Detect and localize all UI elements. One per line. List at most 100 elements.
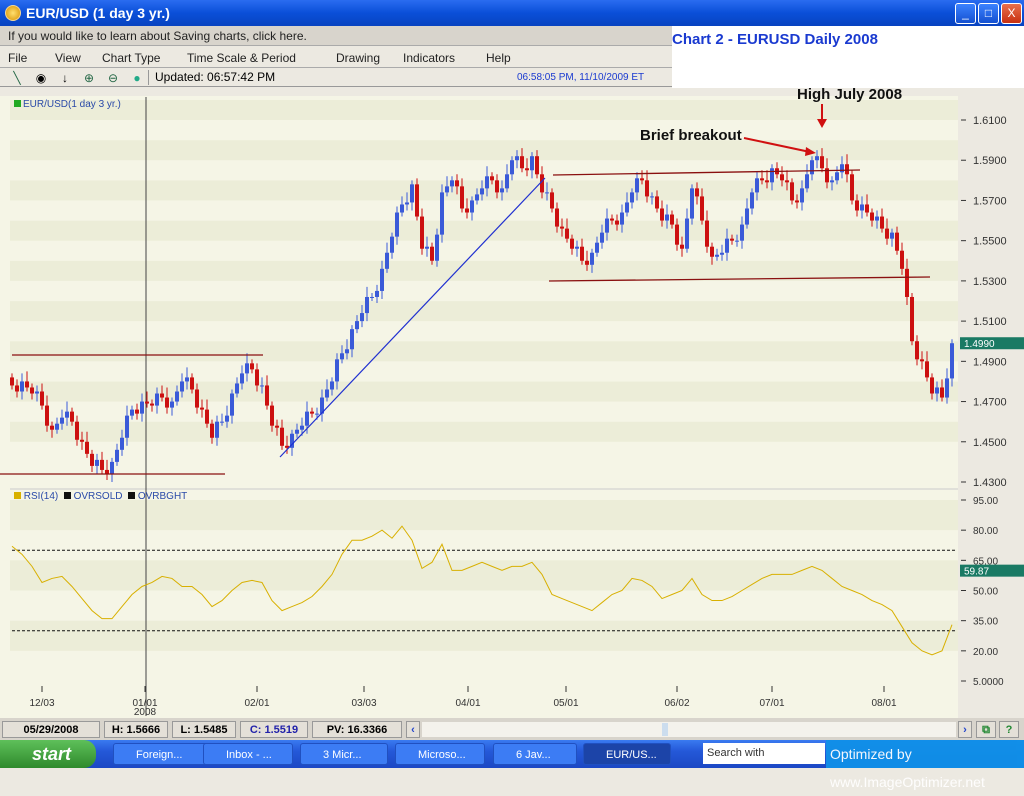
candle-body — [325, 389, 329, 398]
x-tick-label: 08/01 — [871, 698, 896, 709]
candle-body — [155, 393, 159, 406]
y-tick-label: 1.5500 — [973, 236, 1007, 248]
candle-body — [370, 296, 374, 298]
candle-body — [590, 252, 594, 265]
y-tick-label: 50.00 — [973, 587, 998, 598]
scroll-thumb[interactable] — [662, 723, 668, 736]
candle-body — [350, 329, 354, 350]
candle-body — [295, 429, 299, 434]
horizontal-scrollbar[interactable] — [422, 722, 956, 737]
grid-band — [10, 220, 958, 241]
candle-body — [655, 196, 659, 209]
y-tick-label: 1.4700 — [973, 397, 1007, 409]
price-legend: EUR/USD(1 day 3 yr.) — [14, 99, 121, 110]
candle-body — [805, 174, 809, 189]
candle-body — [470, 200, 474, 213]
candle-body — [205, 409, 209, 424]
candle-body — [95, 459, 99, 466]
candle-body — [435, 234, 439, 261]
candle — [950, 339, 954, 387]
taskbar-item-active[interactable]: EUR/US... — [583, 743, 671, 765]
candle-body — [485, 176, 489, 189]
candle — [805, 164, 809, 193]
candle-body — [490, 176, 494, 181]
search-input[interactable]: Search with — [703, 743, 825, 764]
candle — [715, 248, 719, 261]
x-tick-label: 12/03 — [29, 698, 54, 709]
x-tick-label: 02/01 — [244, 698, 269, 709]
candle-body — [280, 427, 284, 446]
y-tick-label: 80.00 — [973, 526, 998, 537]
y-tick-label: 35.00 — [973, 617, 998, 628]
taskbar-item[interactable]: Microso... — [395, 743, 485, 765]
candle-body — [305, 411, 309, 426]
scroll-right-button[interactable]: › — [958, 721, 972, 738]
candle-body — [685, 218, 689, 249]
candle-body — [250, 363, 254, 370]
candle-body — [500, 188, 504, 193]
candle-body — [720, 252, 724, 255]
y-tick-label: 1.5700 — [973, 195, 1007, 207]
x-tick-label: 03/03 — [351, 698, 376, 709]
status-pv: PV: 16.3366 — [312, 721, 402, 738]
candle-body — [505, 174, 509, 189]
candle-body — [20, 381, 24, 392]
y-tick-label: 20.00 — [973, 647, 998, 658]
candle-body — [850, 174, 854, 201]
candle-body — [65, 411, 69, 418]
candle-body — [945, 378, 949, 398]
y-tick-label: 1.4500 — [973, 437, 1007, 449]
candle — [410, 180, 414, 211]
candle-body — [910, 296, 914, 342]
candle-body — [100, 459, 104, 470]
candle-body — [160, 393, 164, 398]
candle-body — [545, 192, 549, 194]
candle-body — [750, 192, 754, 209]
taskbar-item[interactable]: 6 Jav... — [493, 743, 577, 765]
candle-body — [870, 212, 874, 221]
candle-body — [650, 196, 654, 198]
candle-body — [55, 423, 59, 430]
candle-body — [700, 196, 704, 221]
candle — [95, 453, 99, 474]
candle-body — [830, 180, 834, 183]
y-tick-label: 1.4900 — [973, 356, 1007, 368]
candle-body — [40, 391, 44, 406]
candle-body — [860, 204, 864, 211]
x-tick-label: 04/01 — [455, 698, 480, 709]
candle-body — [855, 200, 859, 211]
candle-body — [560, 226, 564, 229]
breakout-label: Brief breakout — [640, 127, 742, 144]
taskbar: start Foreign... Inbox - ... 3 Micr... M… — [0, 740, 1024, 790]
candle-body — [555, 208, 559, 227]
candle — [415, 178, 419, 221]
window-toggle-icon[interactable]: ⧉ — [976, 721, 996, 738]
candle-body — [195, 389, 199, 408]
candle-body — [625, 202, 629, 213]
candle-body — [460, 186, 464, 209]
candle-body — [615, 220, 619, 225]
x-tick-label: 2008 — [134, 707, 157, 718]
help-icon[interactable]: ? — [999, 721, 1019, 738]
candle — [370, 292, 374, 301]
taskbar-item[interactable]: 3 Micr... — [300, 743, 388, 765]
candle-body — [140, 401, 144, 414]
candle-body — [525, 168, 529, 171]
taskbar-item[interactable]: Inbox - ... — [203, 743, 293, 765]
candle-body — [920, 359, 924, 362]
candle-body — [225, 415, 229, 422]
candle-body — [935, 387, 939, 394]
candle — [580, 238, 584, 265]
grid-band — [10, 500, 958, 531]
candle — [685, 208, 689, 253]
candle — [850, 170, 854, 205]
start-button[interactable]: start — [0, 740, 96, 768]
scroll-left-button[interactable]: ‹ — [406, 721, 420, 738]
candle-body — [925, 361, 929, 378]
candle-body — [260, 385, 264, 387]
candle-body — [735, 240, 739, 242]
y-tick-label: 1.6100 — [973, 115, 1007, 127]
y-tick-label: 95.00 — [973, 496, 998, 507]
candle — [230, 389, 234, 424]
candle-body — [900, 250, 904, 269]
